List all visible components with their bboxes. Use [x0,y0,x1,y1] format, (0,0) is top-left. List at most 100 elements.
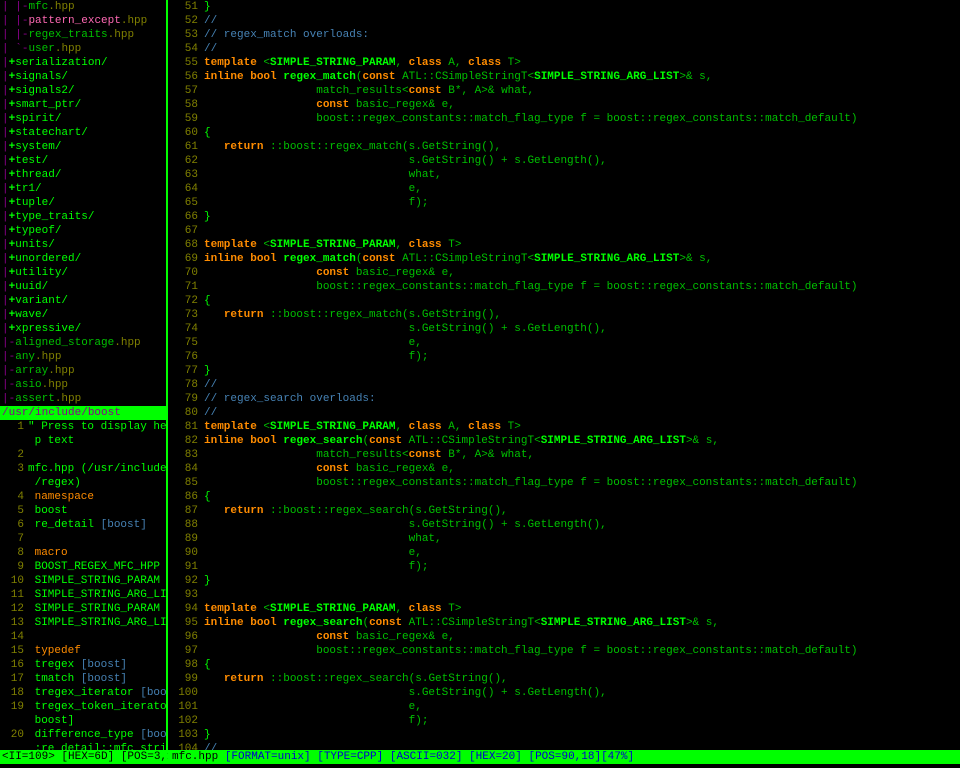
code-line[interactable]: 97 boost::regex_constants::match_flag_ty… [168,644,960,658]
code-line[interactable]: 84 const basic_regex& e, [168,462,960,476]
tag-item[interactable]: 12 SIMPLE_STRING_PARAM [0,602,166,616]
code-line[interactable]: 62 s.GetString() + s.GetLength(), [168,154,960,168]
code-line[interactable]: 53// regex_match overloads: [168,28,960,42]
code-line[interactable]: 85 boost::regex_constants::match_flag_ty… [168,476,960,490]
tag-item[interactable]: 15 typedef [0,644,166,658]
code-line[interactable]: 59 boost::regex_constants::match_flag_ty… [168,112,960,126]
tag-item[interactable]: p text [0,434,166,448]
tree-folder[interactable]: |+typeof/ [0,224,166,238]
tag-item[interactable]: 14 [0,630,166,644]
code-line[interactable]: 70 const basic_regex& e, [168,266,960,280]
tag-item[interactable]: 20 difference_type [boost: [0,728,166,742]
code-line[interactable]: 87 return ::boost::regex_search(s.GetStr… [168,504,960,518]
code-editor[interactable]: 51}52//53// regex_match overloads:54//55… [168,0,960,750]
code-line[interactable]: 78// [168,378,960,392]
tag-item[interactable]: 6 re_detail [boost] [0,518,166,532]
code-line[interactable]: 65 f); [168,196,960,210]
tree-folder[interactable]: |+tuple/ [0,196,166,210]
tag-item[interactable]: 2 [0,448,166,462]
tag-item[interactable]: 7 [0,532,166,546]
code-line[interactable]: 71 boost::regex_constants::match_flag_ty… [168,280,960,294]
tag-item[interactable]: 18 tregex_iterator [boost] [0,686,166,700]
tree-file[interactable]: | |-regex_traits.hpp [0,28,166,42]
tag-item[interactable]: 10 SIMPLE_STRING_PARAM [0,574,166,588]
tag-item[interactable]: 1" Press to display hel [0,420,166,434]
tag-item[interactable]: 16 tregex [boost] [0,658,166,672]
code-line[interactable]: 83 match_results<const B*, A>& what, [168,448,960,462]
tree-folder[interactable]: |+signals/ [0,70,166,84]
code-line[interactable]: 92} [168,574,960,588]
code-line[interactable]: 58 const basic_regex& e, [168,98,960,112]
code-line[interactable]: 77} [168,364,960,378]
tree-file[interactable]: | |-pattern_except.hpp [0,14,166,28]
code-line[interactable]: 103} [168,728,960,742]
code-line[interactable]: 74 s.GetString() + s.GetLength(), [168,322,960,336]
tree-folder[interactable]: |+statechart/ [0,126,166,140]
code-line[interactable]: 68template <SIMPLE_STRING_PARAM, class T… [168,238,960,252]
tree-folder[interactable]: |+serialization/ [0,56,166,70]
tag-item[interactable]: 11 SIMPLE_STRING_ARG_LIST [0,588,166,602]
tree-file[interactable]: |-asio.hpp [0,378,166,392]
tree-folder[interactable]: |+wave/ [0,308,166,322]
tag-item[interactable]: 9 BOOST_REGEX_MFC_HPP [0,560,166,574]
code-line[interactable]: 96 const basic_regex& e, [168,630,960,644]
tree-folder[interactable]: |+tr1/ [0,182,166,196]
tag-item[interactable]: 5 boost [0,504,166,518]
code-line[interactable]: 95inline bool regex_search(const ATL::CS… [168,616,960,630]
tree-file[interactable]: |-assert.hpp [0,392,166,406]
code-line[interactable]: 100 s.GetString() + s.GetLength(), [168,686,960,700]
code-line[interactable]: 102 f); [168,714,960,728]
code-line[interactable]: 94template <SIMPLE_STRING_PARAM, class T… [168,602,960,616]
code-line[interactable]: 64 e, [168,182,960,196]
code-line[interactable]: 52// [168,14,960,28]
code-line[interactable]: 80// [168,406,960,420]
tree-file[interactable]: | |-mfc.hpp [0,0,166,14]
code-line[interactable]: 79// regex_search overloads: [168,392,960,406]
code-line[interactable]: 67 [168,224,960,238]
tree-folder[interactable]: |+signals2/ [0,84,166,98]
code-line[interactable]: 86{ [168,490,960,504]
tag-item[interactable]: boost] [0,714,166,728]
code-line[interactable]: 82inline bool regex_search(const ATL::CS… [168,434,960,448]
tree-folder[interactable]: |+test/ [0,154,166,168]
code-line[interactable]: 93 [168,588,960,602]
tree-folder[interactable]: |+type_traits/ [0,210,166,224]
code-line[interactable]: 72{ [168,294,960,308]
tree-folder[interactable]: |+spirit/ [0,112,166,126]
tag-list[interactable]: 1" Press to display hel p text23mfc.hpp … [0,420,166,750]
code-line[interactable]: 61 return ::boost::regex_match(s.GetStri… [168,140,960,154]
tree-file[interactable]: |-aligned_storage.hpp [0,336,166,350]
tag-item[interactable]: 17 tmatch [boost] [0,672,166,686]
code-line[interactable]: 63 what, [168,168,960,182]
code-line[interactable]: 76 f); [168,350,960,364]
tag-item[interactable]: 4 namespace [0,490,166,504]
tree-folder[interactable]: |+variant/ [0,294,166,308]
code-line[interactable]: 75 e, [168,336,960,350]
code-line[interactable]: 66} [168,210,960,224]
code-line[interactable]: 88 s.GetString() + s.GetLength(), [168,518,960,532]
code-line[interactable]: 101 e, [168,700,960,714]
tree-file[interactable]: | `-user.hpp [0,42,166,56]
tree-folder[interactable]: |+units/ [0,238,166,252]
tag-item[interactable]: 13 SIMPLE_STRING_ARG_LIST [0,616,166,630]
code-line[interactable]: 99 return ::boost::regex_search(s.GetStr… [168,672,960,686]
tag-item[interactable]: /regex) [0,476,166,490]
code-line[interactable]: 55template <SIMPLE_STRING_PARAM, class A… [168,56,960,70]
file-tree[interactable]: | |-mfc.hpp| |-pattern_except.hpp| |-reg… [0,0,166,406]
tag-item[interactable]: :re_detail::mfc_string_out_| [0,742,166,750]
tree-folder[interactable]: |+uuid/ [0,280,166,294]
tag-item[interactable]: 19 tregex_token_iterator [| [0,700,166,714]
code-line[interactable]: 89 what, [168,532,960,546]
code-line[interactable]: 91 f); [168,560,960,574]
code-line[interactable]: 73 return ::boost::regex_match(s.GetStri… [168,308,960,322]
tree-file[interactable]: |-array.hpp [0,364,166,378]
tree-folder[interactable]: |+xpressive/ [0,322,166,336]
code-line[interactable]: 57 match_results<const B*, A>& what, [168,84,960,98]
tree-folder[interactable]: |+unordered/ [0,252,166,266]
tree-folder[interactable]: |+utility/ [0,266,166,280]
tree-folder[interactable]: |+smart_ptr/ [0,98,166,112]
code-line[interactable]: 56inline bool regex_match(const ATL::CSi… [168,70,960,84]
code-line[interactable]: 60{ [168,126,960,140]
code-line[interactable]: 98{ [168,658,960,672]
code-line[interactable]: 69inline bool regex_match(const ATL::CSi… [168,252,960,266]
